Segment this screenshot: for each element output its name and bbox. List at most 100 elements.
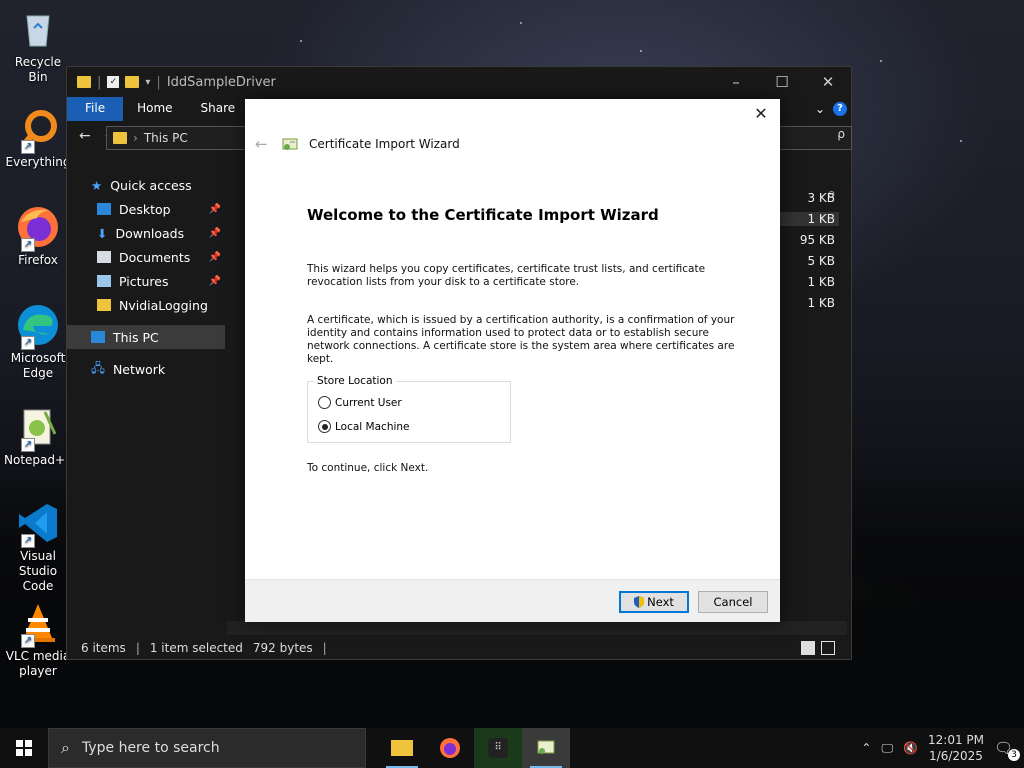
- radio-button[interactable]: [318, 396, 331, 409]
- desktop-icon-vscode[interactable]: ↗ Visual Studio Code: [4, 500, 72, 594]
- nav-downloads[interactable]: ⬇ Downloads 📌: [67, 221, 225, 245]
- desktop-icon-notepadpp[interactable]: ↗ Notepad++: [4, 404, 76, 468]
- desktop-folder-icon: [97, 203, 111, 215]
- status-selected: 1 item selected: [149, 641, 243, 655]
- status-bar: 6 items | 1 item selected 792 bytes |: [67, 637, 865, 659]
- file-size: 1 KB: [807, 296, 835, 310]
- edge-icon: ↗: [15, 302, 61, 350]
- clock-time: 12:01 PM: [928, 733, 984, 747]
- action-center-button[interactable]: 🗨 3: [994, 739, 1020, 761]
- taskbar-app-grid[interactable]: ⠿: [474, 728, 522, 768]
- desktop-icon-label: Notepad++: [4, 453, 76, 467]
- minimize-button[interactable]: –: [713, 73, 759, 91]
- nav-quick-access[interactable]: ★ Quick access: [67, 173, 225, 197]
- desktop-icon-firefox[interactable]: ↗ Firefox: [4, 204, 72, 268]
- file-explorer-icon: [391, 740, 413, 756]
- pictures-icon: [97, 275, 111, 287]
- nav-nvidialogging[interactable]: NvidiaLogging: [67, 293, 225, 317]
- firefox-icon: [440, 738, 460, 758]
- network-tray-icon[interactable]: 🖵: [881, 741, 893, 756]
- uac-shield-icon: [634, 596, 645, 608]
- new-folder-icon[interactable]: [125, 76, 140, 88]
- documents-icon: [97, 251, 111, 263]
- desktop-icon-label: Microsoft Edge: [10, 351, 66, 380]
- search-box[interactable]: ρ: [778, 126, 852, 150]
- folder-icon: [113, 132, 127, 144]
- continue-text: To continue, click Next.: [307, 462, 429, 474]
- taskbar-certificate-wizard[interactable]: [522, 728, 570, 768]
- show-hidden-icons-icon[interactable]: ⌃: [861, 741, 871, 755]
- start-button[interactable]: [0, 728, 48, 768]
- nav-this-pc[interactable]: This PC: [67, 325, 225, 349]
- volume-muted-icon[interactable]: 🔇: [903, 741, 918, 755]
- certificate-icon: [537, 740, 555, 754]
- store-location-label: Store Location: [314, 375, 396, 387]
- horizontal-scrollbar[interactable]: [227, 621, 847, 635]
- nav-documents[interactable]: Documents 📌: [67, 245, 225, 269]
- system-tray: ⌃ 🖵 🔇 12:01 PM 1/6/2025 🗨 3: [861, 732, 1024, 764]
- wizard-description-text: A certificate, which is issued by a cert…: [307, 314, 735, 365]
- tab-file[interactable]: File: [67, 97, 124, 121]
- nav-label: Network: [112, 361, 166, 377]
- customize-quick-access-icon[interactable]: ▾: [145, 77, 150, 88]
- status-size: 792 bytes: [252, 641, 313, 655]
- desktop-icon-recycle-bin[interactable]: Recycle Bin: [4, 6, 72, 85]
- close-button[interactable]: ✕: [805, 73, 851, 91]
- nav-label: Pictures: [119, 273, 169, 289]
- tab-share[interactable]: Share: [187, 97, 250, 121]
- shortcut-arrow-icon: ↗: [21, 238, 35, 252]
- properties-icon[interactable]: ✓: [107, 76, 120, 88]
- wizard-heading: Welcome to the Certificate Import Wizard: [307, 206, 659, 224]
- radio-current-user[interactable]: Current User: [318, 396, 402, 409]
- large-icons-view-icon[interactable]: [821, 641, 835, 655]
- wizard-title: Certificate Import Wizard: [309, 137, 460, 151]
- back-arrow-icon[interactable]: ←: [255, 135, 271, 153]
- store-location-group: Store Location Current User Local Machin…: [307, 375, 511, 443]
- vlc-icon: ↗: [15, 600, 61, 648]
- desktop-icon-edge[interactable]: ↗ Microsoft Edge: [4, 302, 72, 381]
- radio-button[interactable]: [318, 420, 331, 433]
- search-placeholder: Type here to search: [81, 740, 220, 756]
- file-size: 1 KB: [807, 275, 835, 289]
- taskbar-firefox[interactable]: [426, 728, 474, 768]
- desktop-icon-everything[interactable]: ↗ Everything: [4, 106, 72, 170]
- pin-icon: 📌: [208, 227, 221, 239]
- nav-network[interactable]: 🖧 Network: [67, 357, 225, 381]
- wizard-header: ← Certificate Import Wizard: [255, 135, 460, 153]
- maximize-button[interactable]: ☐: [759, 73, 805, 91]
- nav-pictures[interactable]: Pictures 📌: [67, 269, 225, 293]
- help-icon[interactable]: ?: [833, 102, 847, 116]
- desktop-icon-label: Recycle Bin: [14, 55, 62, 84]
- ribbon-expand-icon[interactable]: ⌄: [815, 102, 825, 116]
- radio-label: Current User: [335, 396, 402, 409]
- star: [960, 140, 962, 142]
- address-text: This PC: [143, 131, 188, 145]
- clock-date: 1/6/2025: [929, 749, 983, 763]
- radio-local-machine[interactable]: Local Machine: [318, 420, 410, 433]
- firefox-icon: ↗: [15, 204, 61, 252]
- taskbar: ⌕ Type here to search ⠿ ⌃ 🖵 🔇 12:01 PM 1…: [0, 728, 1024, 768]
- file-size: 3 KB: [807, 191, 835, 205]
- pin-icon: 📌: [208, 275, 221, 287]
- tab-home[interactable]: Home: [123, 97, 186, 121]
- details-view-icon[interactable]: [801, 641, 815, 655]
- shortcut-arrow-icon: ↗: [21, 438, 35, 452]
- next-button[interactable]: Next: [619, 591, 689, 613]
- desktop-icon-vlc[interactable]: ↗ VLC media player: [4, 600, 72, 679]
- back-arrow-icon[interactable]: ←: [79, 128, 91, 144]
- taskbar-search[interactable]: ⌕ Type here to search: [48, 728, 366, 768]
- nav-label: Downloads: [115, 225, 185, 241]
- star: [520, 22, 522, 24]
- certificate-import-wizard: ✕ ← Certificate Import Wizard Welcome to…: [245, 99, 780, 622]
- cancel-button[interactable]: Cancel: [698, 591, 768, 613]
- nav-label: NvidiaLogging: [119, 297, 208, 313]
- clock[interactable]: 12:01 PM 1/6/2025: [928, 732, 984, 764]
- desktop-icon-label: Firefox: [18, 253, 58, 267]
- taskbar-file-explorer[interactable]: [378, 728, 426, 768]
- desktop-icon-label: Everything: [5, 155, 71, 169]
- nav-desktop[interactable]: Desktop 📌: [67, 197, 225, 221]
- star: [880, 60, 882, 62]
- address-bar[interactable]: › This PC: [106, 126, 254, 150]
- close-icon[interactable]: ✕: [748, 103, 774, 125]
- star-icon: ★: [91, 177, 103, 193]
